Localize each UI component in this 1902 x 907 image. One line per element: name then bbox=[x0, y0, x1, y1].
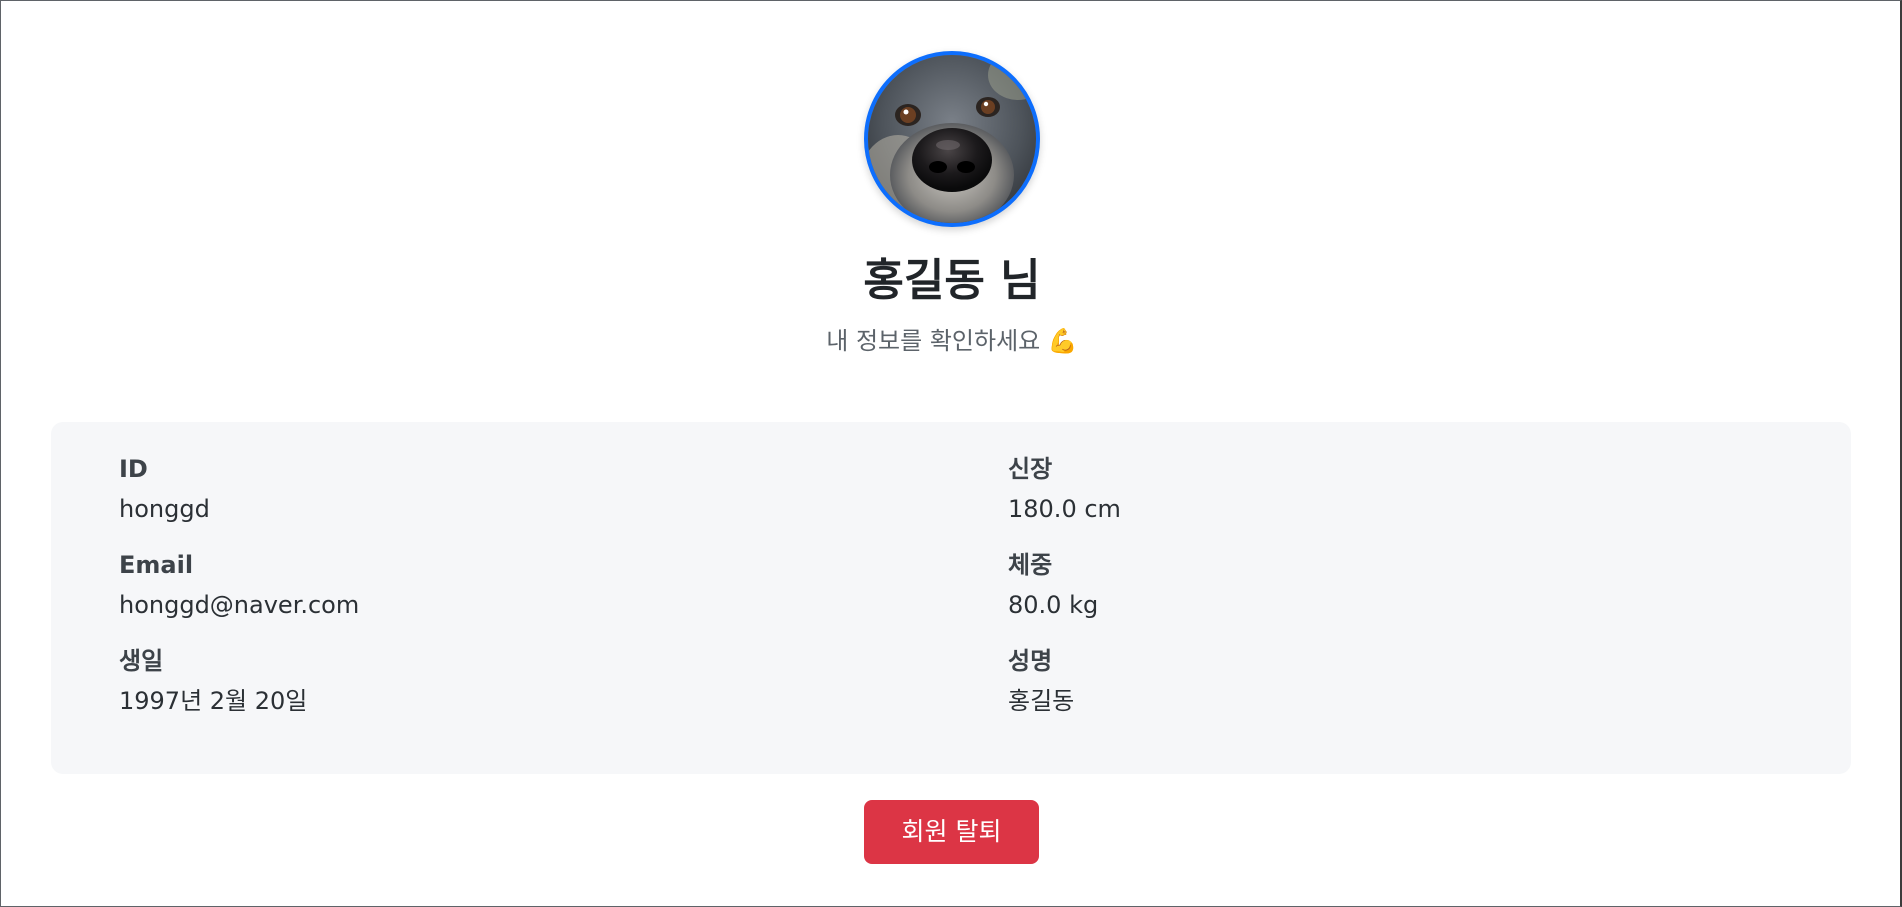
field-weight-label: 체중 bbox=[1008, 551, 1053, 579]
field-fullname-value: 홍길동 bbox=[1008, 687, 1075, 715]
withdraw-button[interactable]: 회원 탈퇴 bbox=[864, 800, 1039, 864]
user-display-name: 홍길동 님 bbox=[863, 255, 1041, 306]
field-birthday: 생일 1997년 2월 20일 bbox=[119, 644, 307, 718]
field-height-label: 신장 bbox=[1008, 455, 1053, 483]
field-fullname: 성명 홍길동 bbox=[1008, 644, 1074, 718]
field-weight-value: 80.0 kg bbox=[1008, 591, 1099, 619]
field-email: Email honggd@naver.com bbox=[119, 548, 359, 622]
field-email-value: honggd@naver.com bbox=[119, 591, 360, 619]
field-email-label: Email bbox=[119, 551, 194, 579]
field-birthday-value: 1997년 2월 20일 bbox=[119, 687, 308, 715]
field-id-value: honggd bbox=[119, 495, 210, 523]
field-fullname-label: 성명 bbox=[1008, 647, 1053, 675]
field-id: ID honggd bbox=[119, 452, 210, 526]
field-birthday-label: 생일 bbox=[119, 647, 164, 675]
dog-avatar-image bbox=[868, 55, 1036, 223]
field-id-label: ID bbox=[119, 455, 148, 483]
user-info-card: ID honggd Email honggd@naver.com 생일 1997… bbox=[51, 422, 1851, 774]
field-height-value: 180.0 cm bbox=[1008, 495, 1121, 523]
field-height: 신장 180.0 cm bbox=[1008, 452, 1121, 526]
page-subtitle: 내 정보를 확인하세요 💪 bbox=[826, 327, 1078, 355]
profile-page: 홍길동 님 내 정보를 확인하세요 💪 ID honggd Email hong… bbox=[0, 0, 1902, 907]
avatar bbox=[864, 51, 1040, 227]
field-weight: 체중 80.0 kg bbox=[1008, 548, 1098, 622]
